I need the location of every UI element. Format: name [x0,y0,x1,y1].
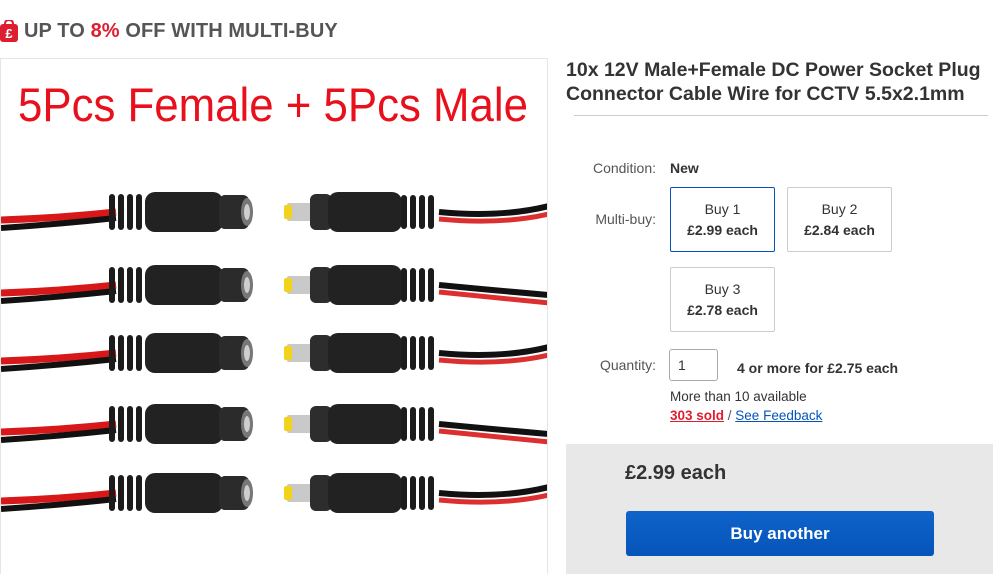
multibuy-label: Multi-buy: [595,211,656,227]
multibuy-option-price: £2.78 each [687,302,758,318]
multibuy-option-qty: Buy 1 [704,201,741,217]
promo-percent: 8% [90,19,120,42]
buy-box: £2.99 each Buy another [566,444,993,574]
condition-label: Condition: [592,160,656,176]
multibuy-promo-banner: £ UP TO 8% OFF WITH MULTI-BUY [0,16,338,46]
multibuy-option-buy-2[interactable]: Buy 2 £2.84 each [787,187,892,252]
promo-text: UP TO 8% OFF WITH MULTI-BUY [24,19,338,42]
condition-value: New [670,160,699,176]
product-image[interactable]: 5Pcs Female + 5Pcs Male [0,58,548,574]
multibuy-option-buy-1[interactable]: Buy 1 £2.99 each [670,187,775,252]
product-photo: 5Pcs Female + 5Pcs Male [1,78,547,513]
svg-text:£: £ [5,26,13,41]
sold-count-link[interactable]: 303 sold [670,408,724,423]
multibuy-option-price: £2.84 each [804,222,875,238]
link-separator: / [724,408,736,423]
availability-text: More than 10 available [670,389,807,404]
item-price: £2.99 each [625,462,727,484]
product-image-caption: 5Pcs Female + 5Pcs Male [18,78,528,131]
sold-feedback-line: 303 sold / See Feedback [670,408,822,423]
multibuy-option-qty: Buy 3 [704,281,741,297]
quantity-input[interactable] [669,349,718,381]
buy-another-button[interactable]: Buy another [626,511,934,556]
title-divider [574,115,988,116]
multibuy-option-qty: Buy 2 [821,201,858,217]
see-feedback-link[interactable]: See Feedback [735,408,822,423]
multibuy-option-price: £2.99 each [687,222,758,238]
multibuy-option-buy-3[interactable]: Buy 3 £2.78 each [670,267,775,332]
price-tag-icon: £ [0,20,18,42]
bulk-offer-text: 4 or more for £2.75 each [737,360,899,376]
quantity-label: Quantity: [599,357,656,373]
listing-title: 10x 12V Male+Female DC Power Socket Plug… [566,59,981,105]
